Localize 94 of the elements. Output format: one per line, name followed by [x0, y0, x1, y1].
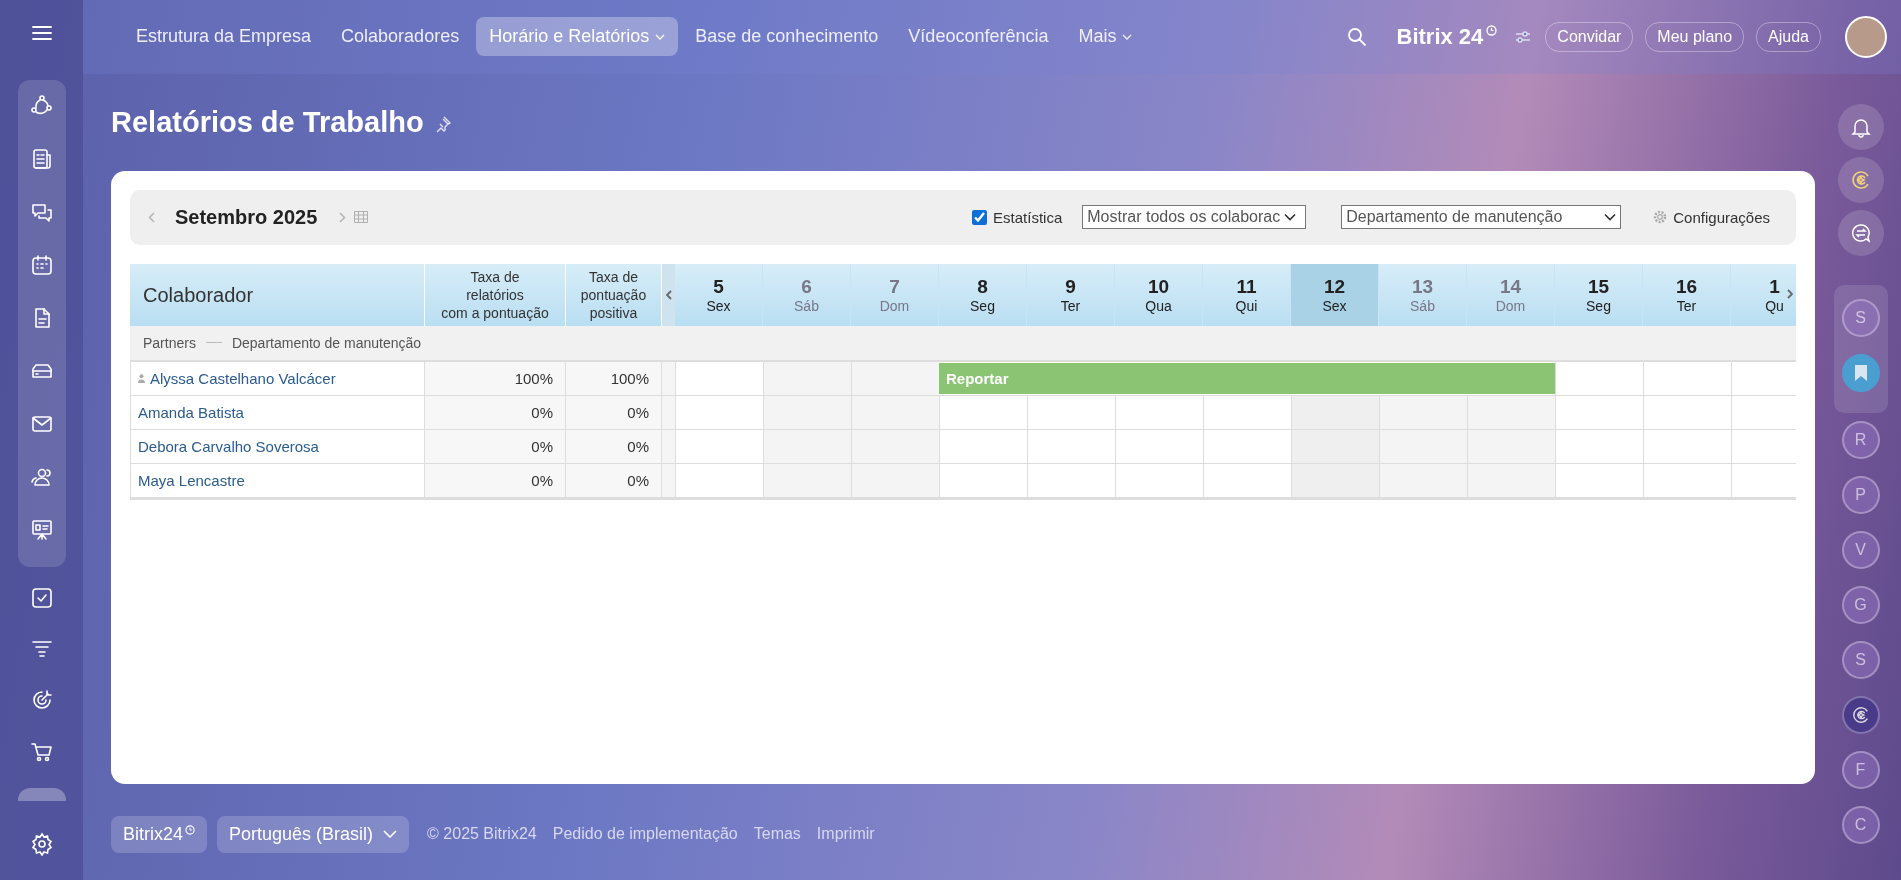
statistics-label: Estatística: [993, 208, 1063, 226]
footer-link[interactable]: Temas: [753, 825, 801, 844]
report-bar[interactable]: Reportar: [939, 362, 1027, 394]
report-bar[interactable]: [1467, 362, 1555, 394]
day-cell[interactable]: [1291, 395, 1379, 429]
table-cell: 100%: [566, 361, 662, 395]
statistics-checkbox[interactable]: [972, 209, 988, 225]
day-cell[interactable]: [1291, 463, 1379, 497]
bookmark-button[interactable]: [1841, 354, 1880, 392]
day-header: 10 Qua: [1115, 263, 1203, 326]
bookmark-icon[interactable]: [1853, 364, 1868, 382]
chat-avatar[interactable]: V: [1841, 531, 1880, 569]
day-header: 9 Ter: [1027, 263, 1115, 326]
table-cell: 0%: [566, 463, 662, 497]
day-header: 6 Sáb: [763, 263, 851, 326]
day-header: 7 Dom: [851, 263, 939, 326]
column-header: Colaborador: [130, 263, 425, 326]
table-cell: 0%: [425, 395, 566, 429]
employee-link[interactable]: Amanda Batista: [138, 403, 244, 421]
chat-avatar[interactable]: S: [1841, 641, 1880, 679]
day-cell[interactable]: [851, 429, 939, 463]
chat-avatar[interactable]: F: [1841, 751, 1880, 789]
footer-link[interactable]: Imprimir: [816, 825, 875, 844]
employee-link[interactable]: Alyssa Castelhano Valcácer: [150, 369, 336, 387]
day-header: 16 Ter: [1643, 263, 1731, 326]
chat-swap-icon[interactable]: [1837, 210, 1884, 256]
notification-bell-icon[interactable]: [1837, 104, 1884, 150]
day-cell[interactable]: [1467, 463, 1555, 497]
employee-link[interactable]: Maya Lencastre: [138, 471, 245, 489]
copyright-text: © 2025 Bitrix24: [427, 825, 537, 844]
day-cell[interactable]: [763, 463, 851, 497]
nav-tab[interactable]: Colaboradores: [328, 17, 473, 57]
table-cell: [662, 429, 675, 463]
day-cell[interactable]: [763, 429, 851, 463]
brand-badge[interactable]: Bitrix24: [111, 815, 208, 853]
day-header: 8 Seg: [939, 263, 1027, 326]
chevron-left-icon[interactable]: [665, 289, 672, 300]
nav-tab[interactable]: Base de conhecimento: [682, 17, 892, 57]
sparkle-ring-icon[interactable]: [1837, 157, 1884, 203]
table-cell: 0%: [425, 463, 566, 497]
filter-dropdown[interactable]: Departamento de manutenção: [1341, 205, 1622, 230]
table-cell: [662, 395, 675, 429]
table-cell: [662, 463, 675, 497]
day-header: 12 Sex: [1291, 263, 1379, 326]
nav-tab[interactable]: Estrutura da Empresa: [123, 17, 325, 57]
day-cell[interactable]: [1379, 395, 1467, 429]
day-cell[interactable]: [851, 361, 939, 395]
page-title: Relatórios de Trabalho: [111, 105, 424, 139]
day-header: 5 Sex: [675, 263, 763, 326]
day-header: 13 Sáb: [1379, 263, 1467, 326]
user-avatar[interactable]: [1845, 15, 1887, 58]
language-dropdown[interactable]: Português (Brasil): [217, 815, 410, 853]
month-label: Setembro 2025: [175, 205, 318, 229]
day-header: 15 Seg: [1555, 263, 1643, 326]
day-header: 14 Dom: [1467, 263, 1555, 326]
header-button[interactable]: Convidar: [1545, 21, 1634, 52]
table-cell: 0%: [566, 395, 662, 429]
chat-avatar[interactable]: R: [1841, 421, 1880, 459]
company-label: Partners: [143, 334, 196, 351]
sidebar-tab[interactable]: [17, 787, 66, 801]
clock-icon: [1486, 25, 1498, 37]
nav-tab[interactable]: Vídeoconferência: [895, 17, 1062, 57]
table-cell: 100%: [425, 361, 566, 395]
chat-avatar[interactable]: S: [1841, 299, 1880, 337]
chat-avatar[interactable]: P: [1841, 476, 1880, 514]
day-cell[interactable]: [1467, 429, 1555, 463]
day-cell[interactable]: [1467, 395, 1555, 429]
day-cell[interactable]: [763, 361, 851, 395]
chat-avatar[interactable]: G: [1841, 586, 1880, 624]
day-cell[interactable]: [851, 463, 939, 497]
header-button[interactable]: Ajuda: [1756, 21, 1821, 52]
department-label: Departamento de manutenção: [231, 334, 422, 351]
logo: Bitrix 24: [1396, 23, 1484, 50]
table-cell: 0%: [425, 429, 566, 463]
day-cell[interactable]: [1291, 429, 1379, 463]
sparkle-ring-button[interactable]: [1841, 696, 1880, 734]
gear-icon[interactable]: [1653, 210, 1668, 225]
chat-avatar[interactable]: C: [1841, 806, 1880, 844]
chevron-down-icon[interactable]: [1284, 213, 1297, 222]
header-button[interactable]: Meu plano: [1645, 21, 1745, 52]
employee-link[interactable]: Debora Carvalho Soverosa: [138, 437, 319, 455]
nav-tab[interactable]: Horário e Relatórios: [476, 17, 679, 57]
day-cell[interactable]: [763, 395, 851, 429]
day-header: 1 Qu: [1731, 263, 1787, 326]
table-cell: 0%: [566, 429, 662, 463]
caret-icon[interactable]: [1122, 33, 1133, 40]
filter-dropdown[interactable]: Mostrar todos os colaborac: [1082, 205, 1307, 230]
column-header: Taxa de relatórios com a pontuação: [425, 263, 566, 326]
day-cell[interactable]: [851, 395, 939, 429]
settings-button[interactable]: Configurações: [1653, 208, 1770, 226]
clock-icon: [185, 824, 196, 835]
nav-tab[interactable]: Mais: [1065, 17, 1146, 57]
chevron-down-icon[interactable]: [1604, 213, 1617, 222]
footer-link[interactable]: Pedido de implementação: [552, 825, 738, 844]
